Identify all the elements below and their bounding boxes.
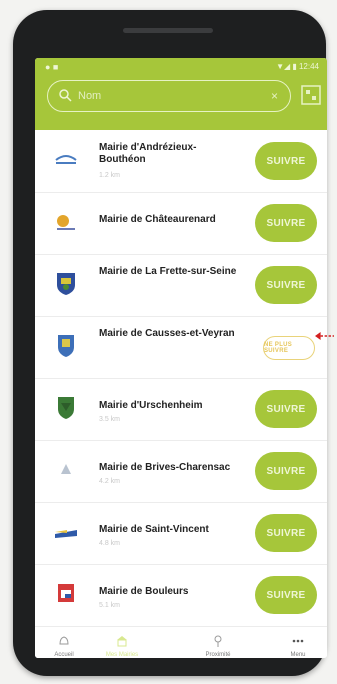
townhall-icon (117, 636, 127, 647)
status-bar-right: ▼◢ ▮ 12:44 (276, 62, 319, 71)
annotation-arrow (315, 332, 334, 340)
follow-button[interactable]: SUIVRE (255, 390, 317, 428)
app-header: ● ■ ▼◢ ▮ 12:44 × (35, 58, 327, 130)
list-item[interactable]: Mairie de La Frette-sur-Seine SUIVRE (35, 254, 327, 317)
mairie-name: Mairie de Saint-Vincent (99, 524, 209, 535)
nav-label: Accueil (54, 652, 74, 658)
mairie-distance: 3.5 km (99, 416, 121, 423)
mairie-distance: 1.2 km (99, 172, 121, 179)
search-input[interactable] (76, 89, 260, 103)
qr-scan-icon[interactable] (300, 80, 322, 110)
list-item[interactable]: Mairie de Châteaurenard SUIVRE (35, 192, 327, 255)
search-bar[interactable]: × (47, 80, 291, 112)
nav-label: Menu (290, 652, 306, 658)
mairie-distance: 5.1 km (99, 602, 121, 609)
mairie-logo-icon (58, 584, 74, 602)
list-item[interactable]: Mairie de Causses-et-Veyran NE PLUS SUIV… (35, 316, 327, 379)
list-item[interactable]: Mairie de Brives-Charensac 4.2 km SUIVRE (35, 440, 327, 503)
follow-button[interactable]: SUIVRE (255, 142, 317, 180)
phone-speaker (123, 28, 213, 33)
search-icon (59, 89, 72, 102)
follow-button[interactable]: SUIVRE (255, 514, 317, 552)
bell-icon (59, 636, 69, 645)
list-item[interactable]: Mairie d'Andrézieux-Bouthéon 1.2 km SUIV… (35, 130, 327, 193)
phone-frame: ● ■ ▼◢ ▮ 12:44 × Mairie d'Andrézieux-Bou… (13, 10, 327, 676)
nav-label: Mes Mairies (105, 652, 139, 658)
follow-button[interactable]: SUIVRE (255, 452, 317, 490)
mairie-name: Mairie d'Urschenheim (99, 400, 203, 411)
mairie-name: Mairie de Bouleurs (99, 586, 189, 597)
mairie-distance: 4.2 km (99, 478, 121, 485)
bottom-navigation: Accueil Mes Mairies Proximité Menu (35, 634, 327, 658)
nav-item-menu[interactable]: Menu (269, 634, 327, 658)
list-item[interactable]: Mairie d'Urschenheim 3.5 km SUIVRE (35, 378, 327, 441)
mairie-logo-icon (55, 530, 77, 538)
follow-button[interactable]: SUIVRE (255, 204, 317, 242)
mairie-logo-icon (58, 335, 74, 357)
mairie-name: Mairie de La Frette-sur-Seine (99, 266, 237, 277)
nav-label: Proximité (205, 652, 231, 658)
mairie-logo-icon (58, 397, 74, 419)
follow-button[interactable]: SUIVRE (255, 266, 317, 304)
mairie-name: Mairie de Causses-et-Veyran (99, 328, 235, 339)
mairie-logo-icon (55, 155, 77, 164)
mairie-logo-icon (57, 273, 75, 295)
mairie-name: Mairie d'Andrézieux-Bouthéon (99, 142, 197, 165)
mairie-name: Mairie de Brives-Charensac (99, 462, 231, 473)
mairie-logo-icon (61, 464, 71, 474)
nav-item-mes-mairies[interactable]: Mes Mairies (93, 634, 151, 658)
list-item[interactable]: Mairie de Saint-Vincent 4.8 km SUIVRE (35, 502, 327, 565)
follow-button[interactable]: SUIVRE (255, 576, 317, 614)
more-icon (292, 639, 304, 643)
mairie-logo-icon (57, 215, 75, 230)
nav-item-accueil[interactable]: Accueil (35, 634, 93, 658)
status-bar-left: ● ■ (45, 62, 59, 72)
list-item[interactable]: Mairie de Bouleurs 5.1 km SUIVRE (35, 564, 327, 627)
app-screen: ● ■ ▼◢ ▮ 12:44 × Mairie d'Andrézieux-Bou… (35, 58, 327, 658)
mairie-name: Mairie de Châteaurenard (99, 214, 216, 225)
clear-icon[interactable]: × (271, 89, 278, 103)
mairie-distance: 4.8 km (99, 540, 121, 547)
location-icon (214, 635, 222, 647)
nav-item-proximite[interactable]: Proximité (189, 634, 247, 658)
